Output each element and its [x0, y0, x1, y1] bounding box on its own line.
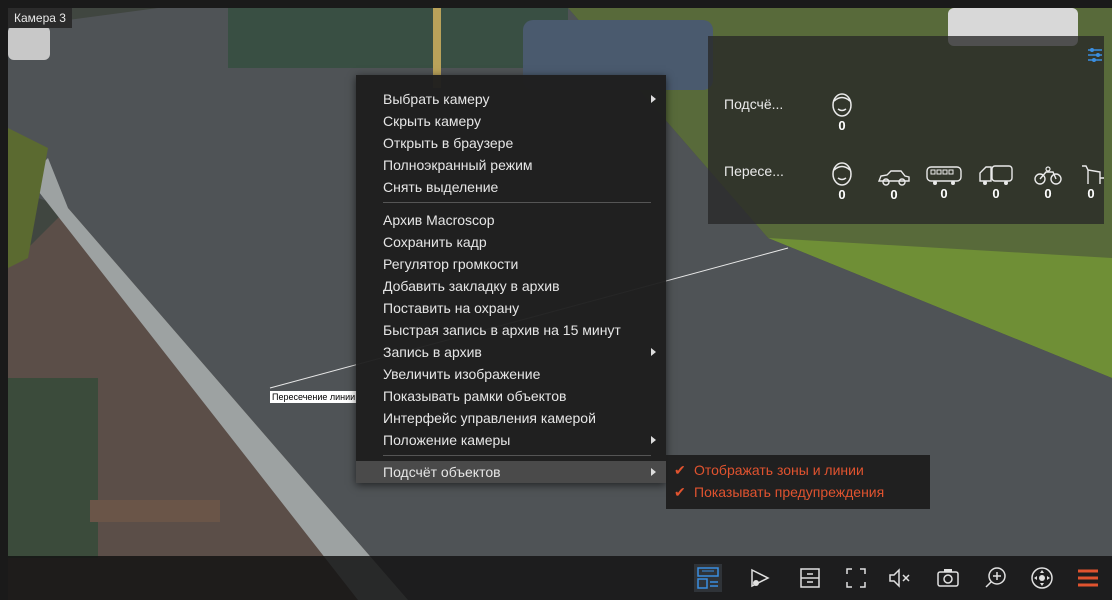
ptz-button[interactable] [1028, 564, 1056, 592]
checkmark-icon: ✔ [674, 462, 686, 478]
person-icon [832, 93, 852, 117]
truck-icon [979, 165, 1013, 185]
counter-row-label-count: Подсчё... [724, 96, 784, 112]
checkmark-icon: ✔ [674, 484, 686, 500]
menu-item-select-camera[interactable]: Выбрать камеру [356, 88, 666, 110]
mute-icon [889, 568, 910, 588]
person-icon [832, 162, 852, 186]
camera-view[interactable]: Камера 3 Пересечение линии Подсчё... 0 П… [0, 0, 1112, 600]
counter-bus-crossing: 0 [924, 166, 964, 201]
menu-item-volume[interactable]: Регулятор громкости [356, 253, 666, 275]
fullscreen-button[interactable] [842, 564, 870, 592]
object-counting-submenu: ✔ Отображать зоны и линии ✔ Показывать п… [666, 455, 930, 509]
car-icon [877, 170, 910, 186]
menu-item-object-counting[interactable]: Подсчёт объектов [356, 461, 666, 483]
ptz-icon [1031, 567, 1053, 589]
menu-item-deselect[interactable]: Снять выделение [356, 176, 666, 198]
menu-item-open-browser[interactable]: Открыть в браузере [356, 132, 666, 154]
counter-row-label-crossing: Пересе... [724, 163, 784, 179]
menu-item-camera-control[interactable]: Интерфейс управления камерой [356, 407, 666, 429]
submenu-item-show-zones[interactable]: ✔ Отображать зоны и линии [666, 459, 930, 481]
camera-toolbar [8, 556, 1112, 600]
object-counting-button[interactable] [694, 564, 722, 592]
menu-item-quick-record[interactable]: Быстрая запись в архив на 15 минут [356, 319, 666, 341]
menu-item-hide-camera[interactable]: Скрыть камеру [356, 110, 666, 132]
animal-icon [1082, 165, 1104, 184]
chevron-right-icon [651, 468, 656, 476]
counter-person-crossing: 0 [822, 161, 862, 202]
counter-person-count: 0 [822, 92, 862, 133]
snapshot-icon [937, 569, 959, 587]
menu-item-add-bookmark[interactable]: Добавить закладку в архив [356, 275, 666, 297]
chevron-right-icon [651, 436, 656, 444]
submenu-item-show-warnings[interactable]: ✔ Показывать предупреждения [666, 481, 930, 503]
counter-truck-crossing: 0 [976, 164, 1016, 201]
menu-item-record-archive[interactable]: Запись в архив [356, 341, 666, 363]
count-value: 0 [1087, 186, 1095, 201]
camera-title: Камера 3 [8, 8, 72, 28]
chevron-right-icon [651, 95, 656, 103]
archive-icon [800, 568, 820, 588]
motorcycle-icon [1034, 166, 1062, 185]
counter-motorcycle-crossing: 0 [1028, 166, 1068, 201]
zoom-in-icon [985, 567, 1006, 588]
menu-item-show-frames[interactable]: Показывать рамки объектов [356, 385, 666, 407]
counter-car-crossing: 0 [874, 169, 914, 202]
menu-icon [1078, 569, 1098, 587]
archive-button[interactable] [796, 564, 824, 592]
zoom-in-button[interactable] [982, 564, 1010, 592]
count-value: 0 [992, 186, 1000, 201]
menu-item-archive[interactable]: Архив Macroscop [356, 209, 666, 231]
menu-item-camera-position[interactable]: Положение камеры [356, 429, 666, 451]
count-value: 0 [940, 186, 948, 201]
chevron-right-icon [651, 348, 656, 356]
menu-item-save-frame[interactable]: Сохранить кадр [356, 231, 666, 253]
object-counter-panel: Подсчё... 0 Пересе... 0 0 0 0 0 0 [708, 36, 1104, 224]
menu-separator [383, 202, 651, 203]
menu-separator [383, 455, 651, 456]
counting-line-label: Пересечение линии [270, 391, 358, 403]
context-menu: Выбрать камеру Скрыть камеру Открыть в б… [356, 75, 666, 483]
menu-item-zoom[interactable]: Увеличить изображение [356, 363, 666, 385]
snapshot-button[interactable] [934, 564, 962, 592]
count-value: 0 [838, 187, 846, 202]
count-value: 0 [838, 118, 846, 133]
counter-settings-icon[interactable] [1086, 46, 1104, 64]
menu-item-arm[interactable]: Поставить на охрану [356, 297, 666, 319]
mute-button[interactable] [886, 564, 914, 592]
object-counting-icon [697, 567, 719, 589]
count-value: 0 [890, 187, 898, 202]
bus-icon [926, 166, 962, 185]
counter-animal-crossing: 0 [1078, 164, 1104, 201]
count-value: 0 [1044, 186, 1052, 201]
menu-button[interactable] [1074, 564, 1102, 592]
fullscreen-icon [846, 568, 866, 588]
camera-settings-button[interactable] [746, 564, 774, 592]
camera-settings-icon [751, 568, 770, 588]
menu-item-fullscreen[interactable]: Полноэкранный режим [356, 154, 666, 176]
